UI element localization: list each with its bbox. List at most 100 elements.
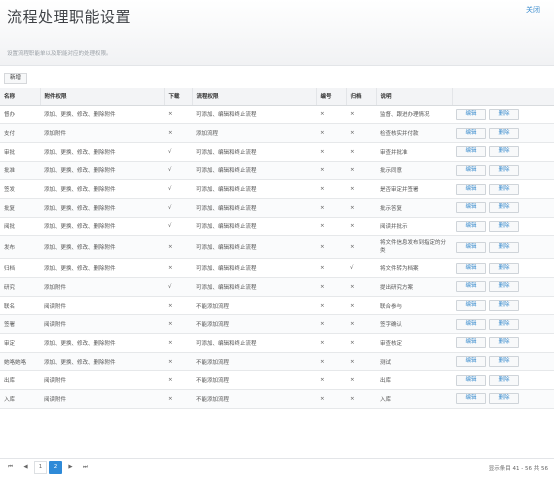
edit-button[interactable]: 编辑 [456,108,486,120]
table-row: 入库 阅读附件 × 不能添加流程 × × 入库 编辑 删除 [0,389,554,409]
archive-cell: × [350,204,355,211]
flow-cell: 不能添加流程 [196,303,230,310]
attach-cell: 添加附件 [44,131,67,138]
actions-cell: 编辑 删除 [452,278,554,297]
last-page-icon[interactable]: ⏭ [79,461,92,474]
edit-button[interactable]: 编辑 [456,220,486,232]
actions-cell: 编辑 删除 [452,352,554,371]
edit-button[interactable]: 编辑 [456,146,486,158]
number-cell: × [320,204,325,211]
delete-button[interactable]: 删除 [489,183,519,195]
first-page-icon[interactable]: ⏮ [4,461,17,474]
edit-button[interactable]: 编辑 [456,356,486,368]
delete-button[interactable]: 删除 [489,241,519,253]
next-page-icon[interactable]: ▶ [64,461,77,474]
archive-cell: × [350,223,355,230]
delete-button[interactable]: 删除 [489,127,519,139]
download-cell: × [168,339,173,346]
desc-cell: 审查核定 [380,340,403,347]
delete-button[interactable]: 删除 [489,108,519,120]
download-cell: × [168,302,173,309]
number-cell: × [320,167,325,174]
edit-button[interactable]: 编辑 [456,281,486,293]
prev-page-icon[interactable]: ◀ [19,461,32,474]
actions-cell: 编辑 删除 [452,161,554,180]
download-cell: √ [168,223,172,230]
actions-cell: 编辑 删除 [452,105,554,124]
actions-cell: 编辑 删除 [452,124,554,143]
delete-button[interactable]: 删除 [489,164,519,176]
page-2-button[interactable]: 2 [49,461,62,474]
flow-cell: 可添加、编辑和终止流程 [196,187,257,194]
delete-button[interactable]: 删除 [489,300,519,312]
edit-button[interactable]: 编辑 [456,127,486,139]
page-1-button[interactable]: 1 [34,461,47,474]
delete-button[interactable]: 删除 [489,220,519,232]
edit-button[interactable]: 编辑 [456,337,486,349]
edit-button[interactable]: 编辑 [456,241,486,253]
edit-button[interactable]: 编辑 [456,393,486,405]
delete-button[interactable]: 删除 [489,202,519,214]
delete-button[interactable]: 删除 [489,356,519,368]
archive-cell: × [350,321,355,328]
desc-cell: 将文件信息发布到指定的分类 [380,240,447,255]
number-cell: × [320,186,325,193]
download-cell: × [168,265,173,272]
attach-cell: 添加、更换、修改、删除附件 [44,187,116,194]
number-cell: × [320,358,325,365]
delete-button[interactable]: 删除 [489,393,519,405]
close-link[interactable]: 关闭 [526,5,540,15]
attach-cell: 添加、更换、修改、删除附件 [44,359,116,366]
actions-cell: 编辑 删除 [452,334,554,353]
delete-button[interactable]: 删除 [489,374,519,386]
col-header-attach: 附件权限 [40,88,165,106]
number-cell: × [320,339,325,346]
name-cell: 批复 [4,205,16,212]
name-cell: 出库 [4,378,16,385]
delete-button[interactable]: 删除 [489,337,519,349]
edit-button[interactable]: 编辑 [456,164,486,176]
download-cell: × [168,244,173,251]
archive-cell: × [350,339,355,346]
name-cell: 督办 [4,112,16,119]
desc-cell: 批示答复 [380,205,403,212]
attach-cell: 阅读附件 [44,322,67,329]
col-header-flow: 流程权限 [192,88,317,106]
download-cell: √ [168,148,172,155]
delete-button[interactable]: 删除 [489,318,519,330]
name-cell: 入库 [4,396,16,403]
flow-cell: 可添加、编辑和终止流程 [196,340,257,347]
edit-button[interactable]: 编辑 [456,262,486,274]
actions-cell: 编辑 删除 [452,198,554,217]
desc-cell: 入库 [380,396,392,403]
edit-button[interactable]: 编辑 [456,300,486,312]
new-button[interactable]: 新增 [4,73,28,84]
edit-button[interactable]: 编辑 [456,202,486,214]
name-cell: 发布 [4,245,16,252]
download-cell: × [168,321,173,328]
attach-cell: 添加、更换、修改、删除附件 [44,266,116,273]
table-row: 发布 添加、更换、修改、删除附件 × 可添加、编辑和终止流程 × × 将文件信息发布到指定的… [0,235,554,259]
table-row: 支付 添加附件 × 添加流程 × × 检查核实并付款 编辑 删除 [0,123,554,143]
archive-cell: × [350,244,355,251]
number-cell: × [320,302,325,309]
actions-cell: 编辑 删除 [452,217,554,236]
flow-cell: 不能添加流程 [196,378,230,385]
edit-button[interactable]: 编辑 [456,183,486,195]
number-cell: × [320,244,325,251]
archive-cell: × [350,395,355,402]
archive-cell: × [350,167,355,174]
number-cell: × [320,265,325,272]
delete-button[interactable]: 删除 [489,281,519,293]
edit-button[interactable]: 编辑 [456,374,486,386]
edit-button[interactable]: 编辑 [456,318,486,330]
name-cell: 批准 [4,168,16,175]
actions-cell: 编辑 删除 [452,259,554,278]
delete-button[interactable]: 删除 [489,146,519,158]
delete-button[interactable]: 删除 [489,262,519,274]
actions-cell: 编辑 删除 [452,371,554,390]
desc-cell: 将文件转为档案 [380,266,419,273]
name-cell: 归档 [4,266,16,273]
page-info: 显示条目 41 - 56 共 56 [488,466,548,472]
name-cell: 联名 [4,303,16,310]
